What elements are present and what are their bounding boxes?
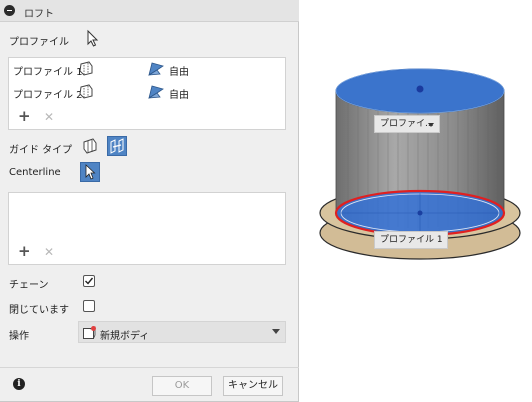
rails-icon xyxy=(83,138,97,154)
remove-icon[interactable]: ✕ xyxy=(44,246,54,258)
chain-label: チェーン xyxy=(9,280,49,291)
add-icon[interactable]: + xyxy=(18,109,31,124)
add-icon[interactable]: + xyxy=(18,244,31,259)
centerline-list: + ✕ xyxy=(8,192,286,265)
operation-label: 操作 xyxy=(9,331,29,342)
remove-icon[interactable]: ✕ xyxy=(44,111,54,123)
profile-name: プロファイル 1 xyxy=(13,67,83,78)
profile-select-button[interactable] xyxy=(82,28,102,48)
checkmark-icon xyxy=(85,277,94,285)
profile-tag-bottom[interactable]: プロファイル 1 xyxy=(374,231,448,249)
new-body-icon xyxy=(83,326,96,339)
centerline-select-button[interactable] xyxy=(80,162,100,182)
profile-tag-top[interactable]: プロファイ... xyxy=(374,115,440,133)
profile-tag-top-label: プロファイ... xyxy=(380,119,434,129)
dialog-footer: i OK キャンセル xyxy=(0,367,299,402)
info-icon[interactable]: i xyxy=(13,378,25,390)
profile-name: プロファイル 2 xyxy=(13,90,83,101)
guide-type-label: ガイド タイプ xyxy=(9,145,73,156)
chevron-down-icon xyxy=(272,329,280,334)
guide-type-centerline-button[interactable] xyxy=(107,136,127,156)
centerline-label: Centerline xyxy=(9,167,61,178)
cancel-button[interactable]: キャンセル xyxy=(223,376,283,396)
loft-preview xyxy=(319,68,521,260)
profile-sketch-icon xyxy=(79,84,93,99)
cursor-icon xyxy=(85,164,96,180)
guide-type-rails-button[interactable] xyxy=(80,136,100,156)
list-item[interactable]: プロファイル 1 自由 xyxy=(9,58,285,80)
model-viewport[interactable] xyxy=(300,0,532,402)
end-condition-label: 自由 xyxy=(169,67,189,78)
loft-dialog: ロフト プロファイル プロファイル 1 自由 プロファイル 2 自由 + ✕ ガ… xyxy=(0,0,299,402)
operation-select[interactable]: 新規ボディ xyxy=(78,321,286,343)
ok-button[interactable]: OK xyxy=(152,376,212,396)
cursor-icon xyxy=(87,29,99,47)
dialog-title: ロフト xyxy=(24,9,54,20)
profiles-label: プロファイル xyxy=(9,37,69,48)
end-condition-icon[interactable] xyxy=(147,60,165,78)
chain-checkbox[interactable] xyxy=(83,275,95,287)
profile-sketch-icon xyxy=(79,61,93,76)
list-item[interactable]: プロファイル 2 自由 xyxy=(9,81,285,103)
operation-value: 新規ボディ xyxy=(100,331,150,342)
centerline-icon xyxy=(110,138,124,154)
profiles-list: プロファイル 1 自由 プロファイル 2 自由 + ✕ xyxy=(8,57,286,130)
profile-2-shape[interactable] xyxy=(335,68,505,114)
dialog-title-bar[interactable]: ロフト xyxy=(0,0,299,22)
end-condition-icon[interactable] xyxy=(147,83,165,101)
closed-label: 閉じています xyxy=(9,305,69,316)
chevron-down-icon[interactable] xyxy=(428,123,434,127)
profile-1-shape[interactable] xyxy=(334,189,506,237)
close-icon[interactable] xyxy=(4,5,15,16)
end-condition-label: 自由 xyxy=(169,90,189,101)
profile-tag-bottom-label: プロファイル 1 xyxy=(380,235,443,245)
closed-checkbox[interactable] xyxy=(83,300,95,312)
